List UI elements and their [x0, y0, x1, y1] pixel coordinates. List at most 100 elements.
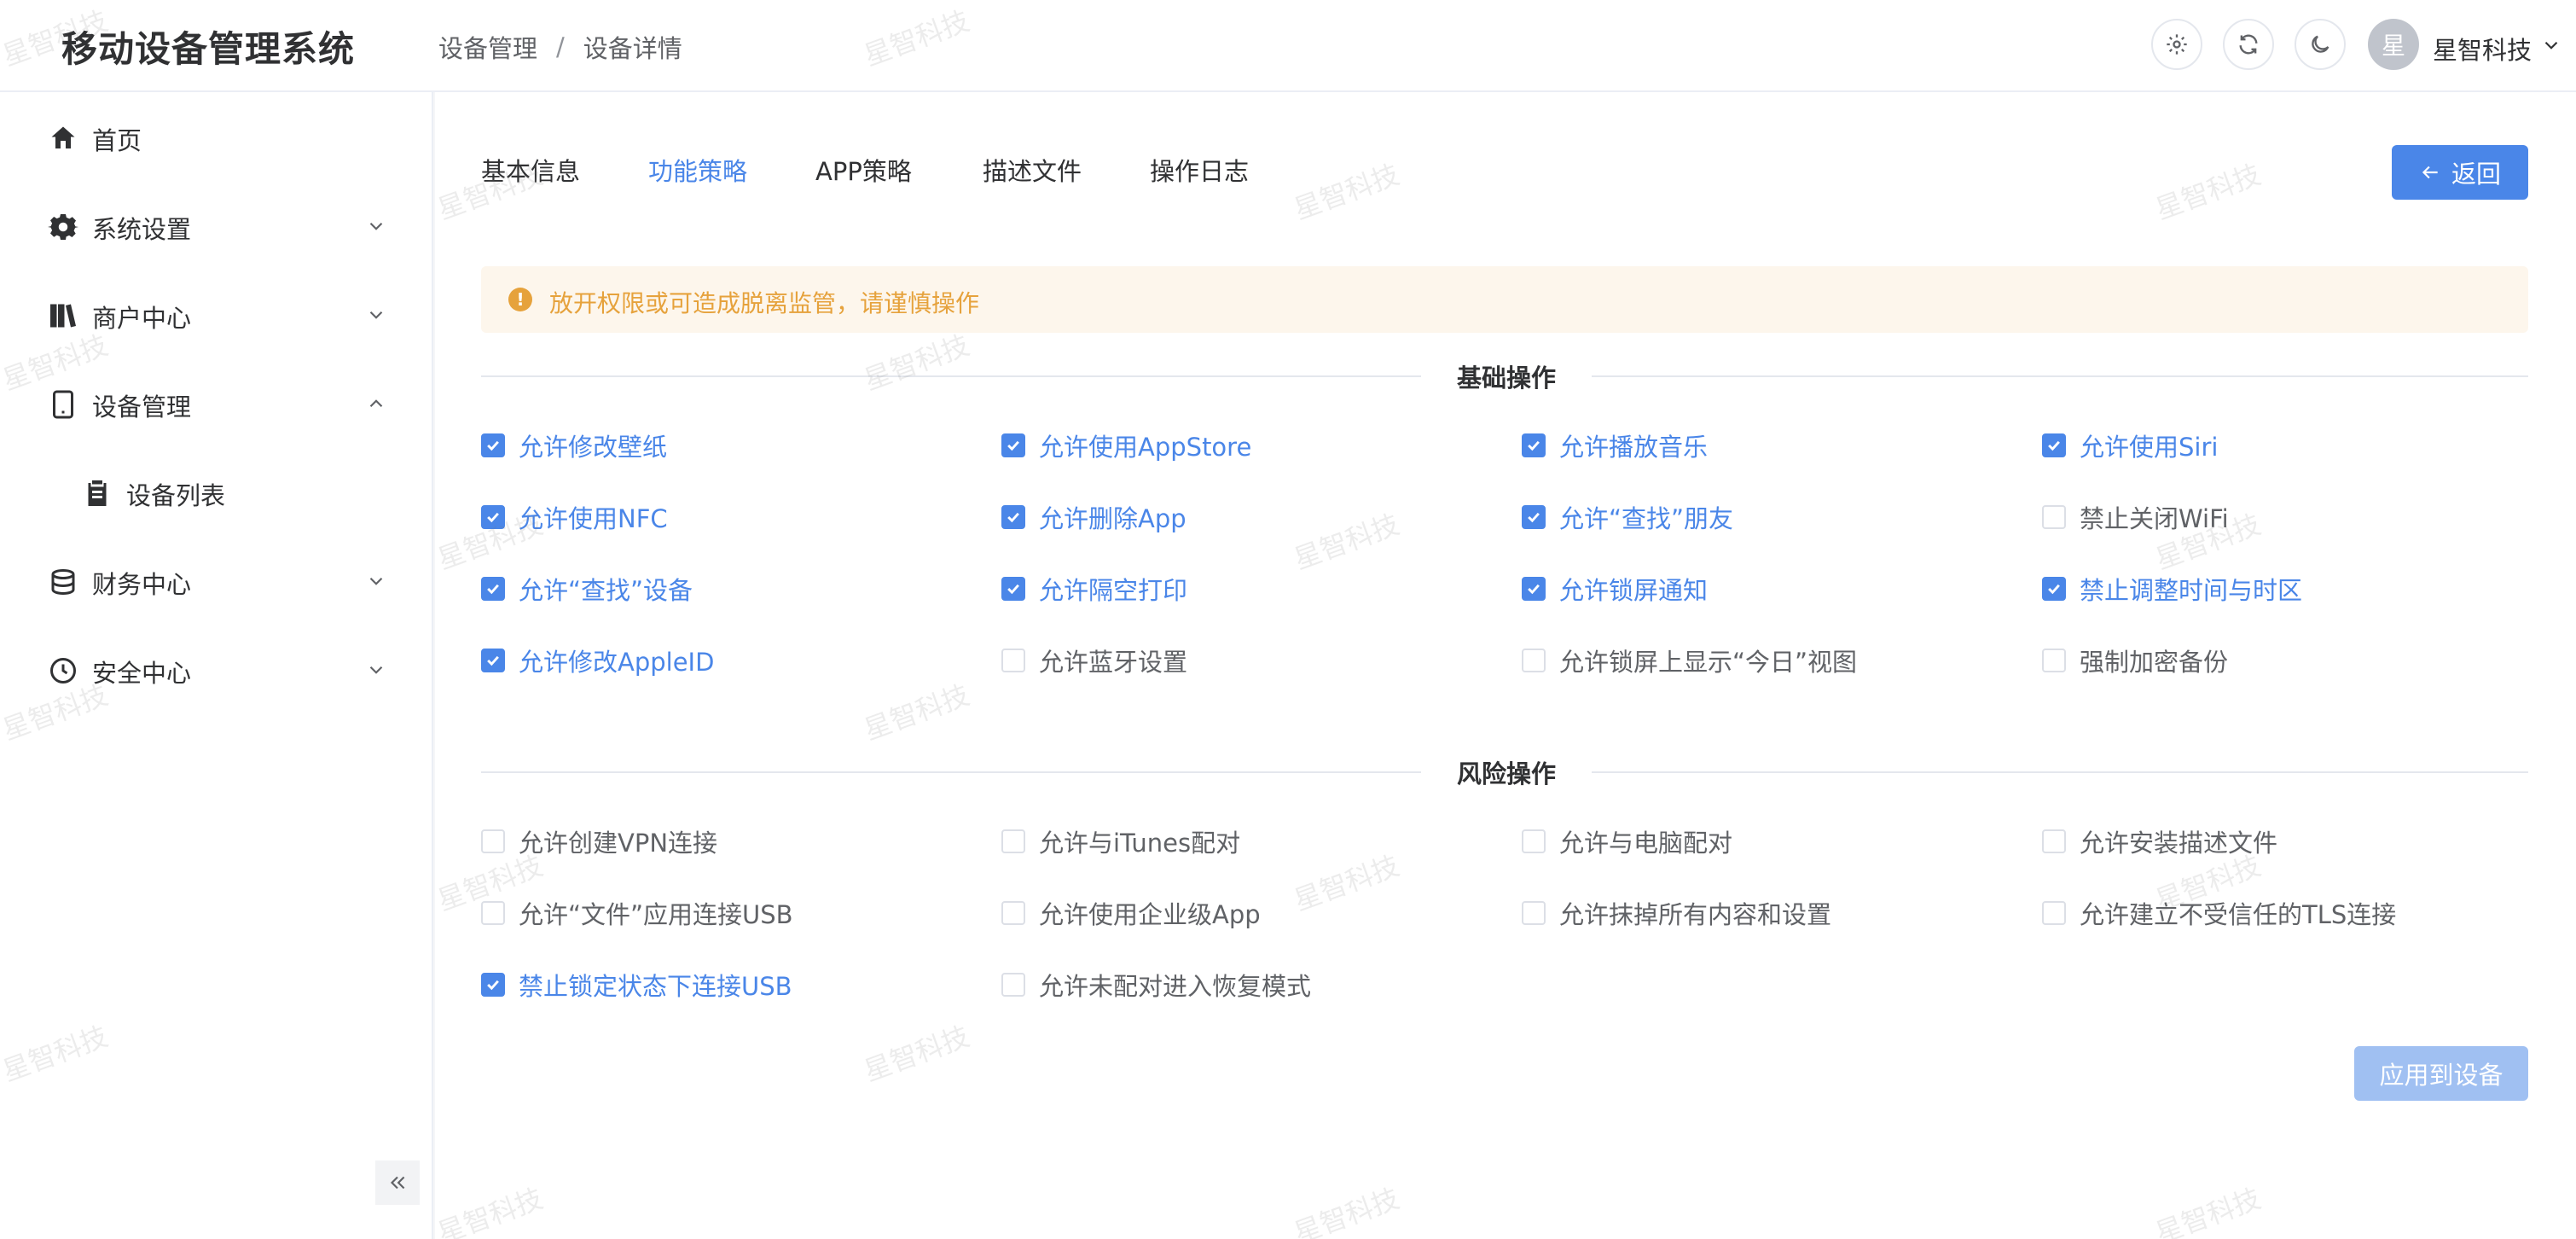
dark-mode-button[interactable] — [2295, 19, 2346, 70]
checkbox-box[interactable] — [1522, 901, 1546, 925]
policy-checkbox[interactable]: 禁止关闭WiFi — [2042, 500, 2229, 534]
policy-checkbox[interactable]: 强制加密备份 — [2042, 643, 2228, 678]
checkbox-box[interactable] — [481, 901, 505, 925]
gear-icon — [2167, 34, 2187, 55]
checkbox-label: 允许使用AppStore — [1039, 433, 1252, 462]
checkbox-box[interactable] — [1522, 577, 1546, 601]
check-icon — [1528, 584, 1540, 595]
checkbox-box[interactable] — [481, 829, 505, 853]
checkbox-box[interactable] — [1522, 649, 1546, 672]
sidebar-item-label: 设备管理 — [92, 393, 192, 422]
policy-checkbox[interactable]: 允许安装描述文件 — [2042, 824, 2277, 858]
checkbox-box[interactable] — [1001, 505, 1025, 529]
tab-profile[interactable]: 描述文件 — [983, 152, 1082, 188]
policy-checkbox[interactable]: 允许修改壁纸 — [481, 428, 667, 462]
refresh-button[interactable] — [2223, 19, 2274, 70]
checkbox-box[interactable] — [481, 973, 505, 997]
checkbox-label: 允许安装描述文件 — [2080, 829, 2278, 858]
tab-basic-info[interactable]: 基本信息 — [481, 152, 580, 188]
policy-checkbox[interactable]: 允许使用AppStore — [1001, 428, 1251, 462]
back-button[interactable]: 返回 — [2392, 145, 2528, 200]
policy-checkbox[interactable]: 允许未配对进入恢复模式 — [1001, 968, 1311, 1002]
sidebar-item-system-settings[interactable]: 系统设置 — [0, 193, 433, 261]
policy-checkbox[interactable]: 允许“查找”设备 — [481, 572, 693, 606]
check-icon — [487, 980, 499, 991]
policy-checkbox[interactable]: 允许使用Siri — [2042, 428, 2218, 462]
policy-checkbox[interactable]: 允许抹掉所有内容和设置 — [1522, 896, 1831, 930]
policy-checkbox[interactable]: 允许与电脑配对 — [1522, 824, 1732, 858]
checkbox-box[interactable] — [2042, 649, 2066, 672]
checkbox-box[interactable] — [2042, 433, 2066, 457]
home-icon — [51, 126, 75, 148]
policy-checkbox[interactable]: 允许“文件”应用连接USB — [481, 896, 793, 930]
policy-checkbox[interactable]: 允许使用NFC — [481, 500, 668, 534]
books-icon — [50, 304, 76, 328]
checkbox-label: 允许“查找”设备 — [519, 576, 693, 605]
breadcrumb-item-device-management[interactable]: 设备管理 — [438, 29, 537, 65]
checkbox-box[interactable] — [2042, 901, 2066, 925]
checkbox-label: 允许与电脑配对 — [1559, 829, 1733, 858]
policy-checkbox[interactable]: 允许使用企业级App — [1001, 896, 1261, 930]
checkbox-box[interactable] — [481, 649, 505, 672]
checkbox-label: 允许使用NFC — [519, 504, 668, 533]
sidebar-item-label: 系统设置 — [92, 215, 192, 244]
sidebar-item-finance-center[interactable]: 财务中心 — [0, 548, 433, 616]
sidebar-item-device-management[interactable]: 设备管理 — [0, 370, 433, 439]
checkbox-box[interactable] — [2042, 829, 2066, 853]
checkbox-label: 强制加密备份 — [2080, 648, 2229, 677]
policy-checkbox[interactable]: 允许锁屏上显示“今日”视图 — [1522, 643, 1857, 678]
tab-operation-log[interactable]: 操作日志 — [1150, 152, 1249, 188]
policy-checkbox[interactable]: 禁止调整时间与时区 — [2042, 572, 2302, 606]
checkbox-box[interactable] — [481, 577, 505, 601]
app-title: 移动设备管理系统 — [61, 28, 356, 70]
checkbox-box[interactable] — [1522, 829, 1546, 853]
checkbox-box[interactable] — [481, 433, 505, 457]
settings-button[interactable] — [2151, 19, 2202, 70]
checkbox-box[interactable] — [2042, 577, 2066, 601]
policy-checkbox[interactable]: 允许隔空打印 — [1001, 572, 1187, 606]
sidebar-item-label: 首页 — [92, 126, 142, 155]
check-icon — [487, 655, 499, 666]
chevron-down-icon[interactable] — [2540, 34, 2562, 56]
policy-checkbox[interactable]: 禁止锁定状态下连接USB — [481, 968, 792, 1002]
warning-icon: ! — [508, 288, 532, 311]
policy-checkbox[interactable]: 允许蓝牙设置 — [1001, 643, 1187, 678]
sidebar-item-security-center[interactable]: 安全中心 — [0, 637, 433, 705]
policy-checkbox[interactable]: 允许播放音乐 — [1522, 428, 1708, 462]
breadcrumb: 设备管理 / 设备详情 — [438, 29, 682, 65]
policy-checkbox[interactable]: 允许与iTunes配对 — [1001, 824, 1240, 858]
checkbox-box[interactable] — [1522, 433, 1546, 457]
policy-checkbox[interactable]: 允许修改AppleID — [481, 643, 714, 678]
policy-checkbox[interactable]: 允许“查找”朋友 — [1522, 500, 1733, 534]
checkbox-box[interactable] — [1001, 577, 1025, 601]
user-name[interactable]: 星智科技 — [2433, 31, 2532, 67]
tab-feature-policy[interactable]: 功能策略 — [648, 152, 747, 188]
avatar[interactable]: 星 — [2368, 19, 2419, 70]
checkbox-box[interactable] — [1001, 433, 1025, 457]
chevron-down-icon — [369, 666, 383, 674]
check-icon — [2048, 584, 2060, 595]
sidebar-item-merchant-center[interactable]: 商户中心 — [0, 282, 433, 350]
warning-text: 放开权限或可造成脱离监管，请谨慎操作 — [549, 289, 980, 317]
checkbox-box[interactable] — [1001, 973, 1025, 997]
collapse-sidebar-button[interactable] — [375, 1160, 420, 1205]
checkbox-label: 禁止锁定状态下连接USB — [519, 972, 792, 1001]
checkbox-box[interactable] — [1522, 505, 1546, 529]
mobile-icon — [53, 390, 73, 419]
checkbox-label: 允许建立不受信任的TLS连接 — [2080, 900, 2397, 929]
policy-checkbox[interactable]: 允许删除App — [1001, 500, 1186, 534]
policy-checkbox[interactable]: 允许建立不受信任的TLS连接 — [2042, 896, 2396, 930]
checkbox-box[interactable] — [481, 505, 505, 529]
apply-to-device-button[interactable]: 应用到设备 — [2354, 1046, 2528, 1101]
checkbox-box[interactable] — [1001, 649, 1025, 672]
checkbox-box[interactable] — [1001, 829, 1025, 853]
checkbox-label: 允许播放音乐 — [1559, 433, 1709, 462]
policy-checkbox[interactable]: 允许创建VPN连接 — [481, 824, 717, 858]
checkbox-box[interactable] — [1001, 901, 1025, 925]
policy-checkbox[interactable]: 允许锁屏通知 — [1522, 572, 1708, 606]
sidebar-item-home[interactable]: 首页 — [0, 104, 433, 172]
tab-app-policy[interactable]: APP策略 — [815, 152, 912, 188]
sidebar-item-device-list[interactable]: 设备列表 — [0, 459, 433, 527]
checkbox-box[interactable] — [2042, 505, 2066, 529]
sidebar-item-label: 财务中心 — [92, 570, 192, 599]
